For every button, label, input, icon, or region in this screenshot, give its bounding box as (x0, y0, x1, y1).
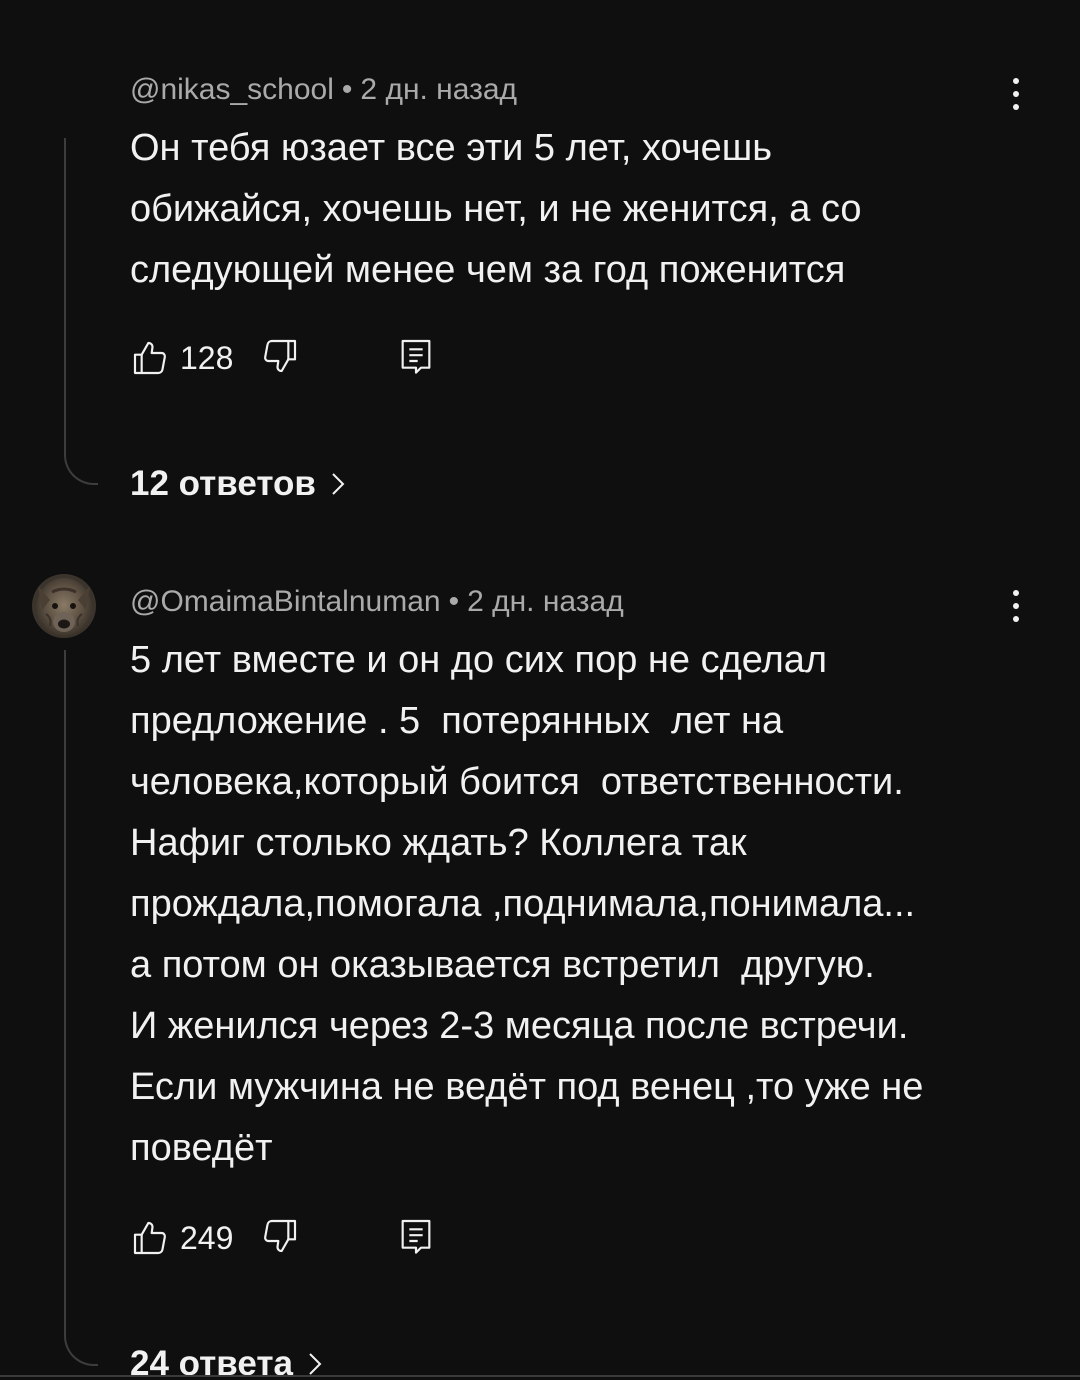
comment-text-line: прождала,помогала ,поднимала,понимала... (130, 883, 916, 925)
dislike-button[interactable] (260, 1216, 300, 1261)
thumb-down-icon (264, 1219, 297, 1252)
comment-time: 2 дн. назад (467, 585, 624, 618)
comment-text-line: человека,который боится ответственности. (130, 761, 904, 803)
reply-comment-icon (401, 1219, 431, 1254)
thread-line (64, 650, 98, 1366)
comment-text-line: Нафиг столько ждать? Коллега так (130, 822, 747, 864)
like-button[interactable]: 249 (130, 1218, 252, 1258)
comment-text-line: И женился через 2-3 месяца после встречи… (130, 1005, 909, 1047)
screen-bottom-edge (0, 1375, 1080, 1377)
comment-author[interactable]: @OmaimaBintalnuman (130, 585, 441, 618)
reply-button[interactable] (396, 1216, 436, 1261)
like-count: 249 (180, 1219, 234, 1256)
comment-actions: 249 (130, 1216, 436, 1260)
chevron-right-icon (309, 1353, 322, 1375)
comment-meta: @OmaimaBintalnuman • 2 дн. назад (130, 584, 624, 620)
avatar[interactable] (32, 574, 96, 638)
comment-text-line: предложение . 5 потерянных лет на (130, 700, 784, 742)
thumb-up-icon (133, 1221, 166, 1255)
comment-text-line: а потом он оказывается встретил другую. (130, 944, 875, 986)
comment-text-line: поведёт (130, 1127, 273, 1169)
comment-item: @OmaimaBintalnuman • 2 дн. назад 5 лет вме… (0, 0, 1080, 1380)
comment-text-line: Если мужчина не ведёт под венец ,то уже … (130, 1066, 924, 1108)
more-vert-icon[interactable] (996, 578, 1036, 634)
meta-separator: • (448, 585, 460, 618)
comment-text: 5 лет вместе и он до сих пор не сделал пр… (130, 630, 1030, 1179)
comment-text-line: 5 лет вместе и он до сих пор не сделал (130, 639, 828, 681)
